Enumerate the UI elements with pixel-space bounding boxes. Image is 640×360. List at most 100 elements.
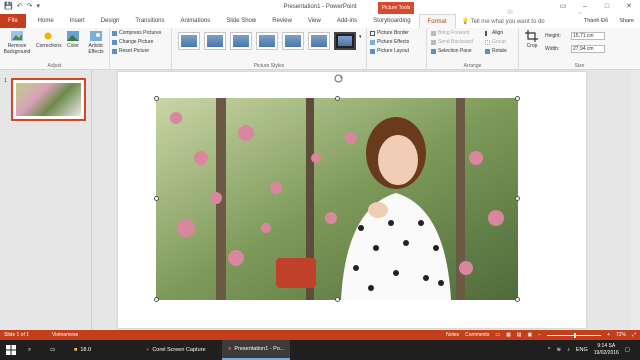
windows-icon	[6, 345, 16, 355]
height-field[interactable]: 15,71 cm	[571, 32, 605, 40]
layout-icon	[370, 49, 375, 54]
resize-handle-b[interactable]	[335, 297, 340, 302]
resize-handle-t[interactable]	[335, 96, 340, 101]
picture-style-4[interactable]	[256, 32, 278, 50]
picture-style-1[interactable]	[178, 32, 200, 50]
normal-view-icon[interactable]: ▭	[495, 330, 500, 340]
tab-add-ins[interactable]: Add-ins	[329, 14, 365, 28]
picture-layout-button[interactable]: Picture Layout	[370, 48, 409, 55]
reading-view-icon[interactable]: ▤	[517, 330, 522, 340]
slideshow-icon[interactable]: ▣	[528, 330, 533, 340]
tab-home[interactable]: Home	[30, 14, 62, 28]
zoom-level[interactable]: 72%	[616, 330, 626, 340]
artistic-effects-button[interactable]: Artistic Effects	[85, 30, 107, 55]
taskbar-folder[interactable]: ■ 18.0	[68, 340, 97, 360]
zoom-in-icon[interactable]: +	[607, 330, 610, 340]
picture-style-6[interactable]	[308, 32, 330, 50]
selected-picture[interactable]	[156, 98, 518, 300]
maximize-icon[interactable]: □	[596, 0, 618, 14]
rotate-icon	[485, 49, 490, 54]
ribbon-display-icon[interactable]: ▭	[552, 0, 574, 14]
bring-forward-icon	[431, 31, 436, 36]
tab-review[interactable]: Review	[264, 14, 300, 28]
customize-qat-icon[interactable]: ▾	[36, 0, 40, 14]
slide-canvas[interactable]	[118, 72, 586, 328]
tab-view[interactable]: View	[300, 14, 329, 28]
search-icon[interactable]: ⌕	[28, 340, 31, 360]
share-button[interactable]: Share	[619, 14, 634, 28]
picture-style-7[interactable]	[334, 32, 356, 50]
adjust-small-group: Compress Pictures Change Picture Reset P…	[110, 28, 172, 70]
task-view-icon[interactable]: ▭	[50, 340, 55, 360]
clock[interactable]: 9:14 SA 19/02/2016	[594, 343, 619, 357]
input-language[interactable]: ENG	[576, 347, 588, 353]
tray-arrow-icon[interactable]: ^	[548, 347, 551, 353]
tab-insert[interactable]: Insert	[62, 14, 93, 28]
color-button[interactable]: Color	[64, 30, 82, 49]
rotate-handle-icon[interactable]	[334, 74, 343, 83]
tell-me-box[interactable]: 💡 Tell me what you want to do	[462, 18, 545, 25]
styles-more-icon[interactable]: ▾	[359, 34, 362, 41]
slide-indicator: Slide 1 of 1	[4, 332, 30, 338]
reset-picture-button[interactable]: Reset Picture	[112, 48, 149, 55]
zoom-out-icon[interactable]: –	[538, 330, 541, 340]
user-name[interactable]: Thành Đỗ	[584, 14, 608, 28]
send-backward-button[interactable]: Send Backward	[431, 39, 473, 46]
resize-handle-br[interactable]	[515, 297, 520, 302]
selection-pane-button[interactable]: Selection Pane	[431, 48, 472, 55]
vertical-scrollbar[interactable]	[630, 70, 640, 330]
change-picture-icon	[112, 40, 117, 45]
slide-number: 1	[4, 78, 7, 84]
group-button[interactable]: Group	[485, 39, 506, 46]
corrections-button[interactable]: Corrections	[36, 30, 62, 49]
crop-button[interactable]: Crop	[521, 30, 543, 49]
picture-style-3[interactable]	[230, 32, 252, 50]
resize-handle-bl[interactable]	[154, 297, 159, 302]
corel-icon: ●	[146, 347, 150, 353]
close-icon[interactable]: ✕	[618, 0, 640, 14]
bring-forward-button[interactable]: Bring Forward	[431, 30, 469, 37]
taskbar-corel[interactable]: ● Corel Screen Capture	[140, 340, 212, 360]
zoom-slider[interactable]	[547, 332, 602, 338]
remove-background-button[interactable]: Remove Background	[2, 30, 32, 55]
change-picture-button[interactable]: Change Picture	[112, 39, 153, 46]
notes-button[interactable]: Notes	[446, 330, 459, 340]
redo-icon[interactable]: ↷	[27, 0, 33, 14]
start-button[interactable]	[6, 340, 16, 360]
tab-storyboarding[interactable]: Storyboarding	[365, 14, 418, 28]
fit-slide-icon[interactable]: ⤢	[632, 330, 636, 340]
resize-handle-tr[interactable]	[515, 96, 520, 101]
resize-handle-l[interactable]	[154, 196, 159, 201]
slide-thumbnail[interactable]	[11, 78, 86, 121]
slide-sorter-icon[interactable]: ▦	[506, 330, 511, 340]
width-field[interactable]: 27,94 cm	[571, 45, 605, 53]
powerpoint-icon: ■	[228, 346, 232, 352]
picture-style-2[interactable]	[204, 32, 226, 50]
align-button[interactable]: Align	[485, 30, 503, 37]
tab-slide-show[interactable]: Slide Show	[218, 14, 264, 28]
tab-file[interactable]: File	[0, 14, 26, 28]
undo-icon[interactable]: ↶	[17, 0, 23, 14]
save-icon[interactable]: 💾	[4, 0, 13, 14]
tab-format[interactable]: Format	[418, 13, 456, 29]
language-indicator[interactable]: Vietnamese	[52, 330, 78, 340]
clock-date: 19/02/2016	[593, 350, 619, 356]
picture-effects-button[interactable]: Picture Effects	[370, 39, 409, 46]
picture-border-button[interactable]: Picture Border	[370, 30, 409, 37]
taskbar-powerpoint[interactable]: ■ Presentation1 - Po...	[222, 340, 291, 360]
comments-button[interactable]: Comments	[465, 330, 489, 340]
notifications-icon[interactable]: ▢	[625, 347, 630, 353]
rotate-button[interactable]: Rotate	[485, 48, 507, 55]
tab-transitions[interactable]: Transitions	[127, 14, 172, 28]
resize-handle-r[interactable]	[515, 196, 520, 201]
resize-handle-tl[interactable]	[154, 96, 159, 101]
picture-style-5[interactable]	[282, 32, 304, 50]
tab-animations[interactable]: Animations	[173, 14, 219, 28]
clock-time: 9:14 SA	[597, 343, 616, 349]
tell-me-text: Tell me what you want to do	[470, 18, 545, 25]
compress-pictures-button[interactable]: Compress Pictures	[112, 30, 161, 37]
tab-design[interactable]: Design	[93, 14, 128, 28]
volume-icon[interactable]: ♪	[567, 347, 570, 353]
network-icon[interactable]: ≋	[556, 347, 561, 353]
minimize-icon[interactable]: –	[574, 0, 596, 14]
